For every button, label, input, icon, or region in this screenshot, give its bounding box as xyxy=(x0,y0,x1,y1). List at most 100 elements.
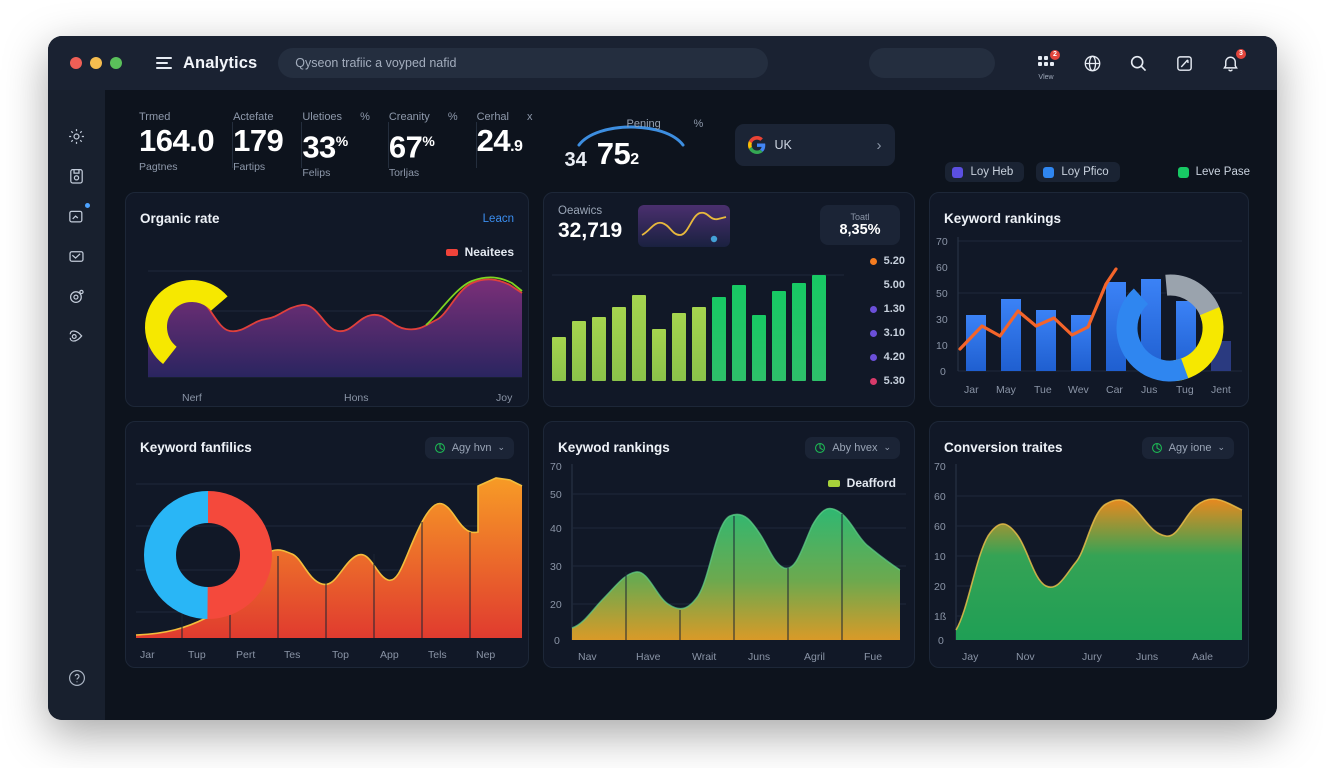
y-axis-tick: 10 xyxy=(936,340,948,352)
bar xyxy=(732,285,746,381)
globe-icon[interactable] xyxy=(1069,43,1115,83)
omnibox-value: Qyseon trafiic a voyped nafid xyxy=(295,56,457,70)
bar xyxy=(772,291,786,381)
bar xyxy=(792,283,806,381)
sparkline-chart xyxy=(638,205,731,247)
conversion-traites-chart: 70 60 60 10 20 1ß 0 Jay Nov Jury Juns Aa… xyxy=(934,461,1243,663)
y-axis-tick: 70 xyxy=(550,461,562,473)
notifications-badge: 3 xyxy=(1236,49,1246,59)
minimize-window-button[interactable] xyxy=(90,57,102,69)
kpi-trmed: Trmed 164.0 Pagtnes xyxy=(139,110,232,173)
apps-grid-icon[interactable]: 2 Vlew xyxy=(1023,43,1069,83)
card-organic-rate: Organic rate Leacn Neaitees Nerf Hons Jo… xyxy=(125,192,529,407)
gauge-unit: % xyxy=(693,118,704,130)
kpi-cerhal: Cerhal x 24.9 xyxy=(477,110,551,164)
sidebar-item-insights[interactable] xyxy=(59,196,95,236)
bar xyxy=(812,275,826,381)
organics-label: Oeawics xyxy=(558,205,603,217)
legend-item-leve-pase[interactable]: Leve Pase xyxy=(1177,162,1261,182)
legend-swatch xyxy=(1043,166,1055,178)
kpi-suffix: .9 xyxy=(510,138,523,155)
x-axis-tick: Agril xyxy=(804,651,825,663)
sidebar-item-goals[interactable] xyxy=(59,276,95,316)
kpi-sublabel: Torljas xyxy=(388,167,420,180)
kpi-sublabel: Fartips xyxy=(233,161,266,173)
chevron-right-icon: › xyxy=(876,136,882,154)
x-axis-tick: Jar xyxy=(964,384,979,396)
x-axis-tick: Juns xyxy=(1136,651,1158,663)
organics-bar-chart xyxy=(552,274,844,381)
kpi-sublabel: Felips xyxy=(302,167,331,180)
keyword-fanfilics-chart: Jar Tup Pert Tes Top App Tels Nep xyxy=(135,477,523,661)
range-selector-button[interactable]: Agy ione ⌄ xyxy=(1141,436,1234,459)
bar xyxy=(692,307,706,381)
omnibox[interactable]: Qyseon trafiic a voyped nafid xyxy=(278,48,769,78)
range-selector-button[interactable]: Aby hvex ⌄ xyxy=(805,436,900,459)
keywod-rankings-chart: 70 50 40 30 20 0 Nav Have Wrait Juns Agr… xyxy=(550,461,906,663)
window-controls[interactable] xyxy=(70,57,122,69)
bar xyxy=(592,317,606,381)
toolbar-pill[interactable] xyxy=(869,48,995,78)
gauge-big-suffix: 2 xyxy=(630,151,639,168)
organics-kpi: Oeawics 32,719 xyxy=(558,205,622,243)
chevron-down-icon: ⌄ xyxy=(883,442,891,452)
card-action-link[interactable]: Leacn xyxy=(483,213,514,225)
organics-total-pill[interactable]: Toatl 8,35% xyxy=(820,205,900,245)
apps-badge: 2 xyxy=(1050,50,1060,60)
menu-hamburger-icon[interactable] xyxy=(156,57,172,69)
globe-icon xyxy=(815,442,826,453)
y-axis-tick: 40 xyxy=(550,523,562,535)
legend-item-loy-heb[interactable]: Loy Heb xyxy=(945,162,1025,182)
legend-item-loy-pfico[interactable]: Loy Pfico xyxy=(1036,162,1120,182)
close-window-button[interactable] xyxy=(70,57,82,69)
y-axis-tick: 1ß xyxy=(934,611,946,623)
x-axis-tick: Fue xyxy=(864,651,882,663)
x-axis-label: Joy xyxy=(496,392,513,404)
sidebar-item-tags[interactable] xyxy=(59,316,95,356)
card-header: Keyword fanfilics Agy hvn ⌄ xyxy=(126,422,528,460)
x-axis-tick: Pert xyxy=(236,649,255,661)
y-axis-tick: 50 xyxy=(550,489,562,501)
search-icon[interactable] xyxy=(1115,43,1161,83)
kpi-unit: % xyxy=(360,111,370,123)
edit-square-icon[interactable] xyxy=(1161,43,1207,83)
x-axis-tick: Tes xyxy=(284,649,300,661)
y-axis-tick: 0 xyxy=(938,635,944,647)
sidebar-item-settings[interactable] xyxy=(59,116,95,156)
y-axis-tick: 20 xyxy=(934,581,946,593)
sidebar-item-inbox[interactable] xyxy=(59,236,95,276)
y-axis-tick: 30 xyxy=(936,314,948,326)
kpi-value: 164.0 xyxy=(139,123,215,158)
chevron-down-icon: ⌄ xyxy=(497,442,505,452)
y-axis-tick: 30 xyxy=(550,561,562,573)
kpi-sublabel: Pagtnes xyxy=(139,161,178,173)
provider-select-button[interactable]: UK › xyxy=(734,124,895,166)
y-axis-tick: 0 xyxy=(554,635,560,647)
range-selector-button[interactable]: Agy hvn ⌄ xyxy=(424,436,514,459)
card-keyword-rankings-top: Keyword rankings 70 60 50 30 10 0 Jar Ma… xyxy=(929,192,1249,407)
x-axis-tick: App xyxy=(380,649,399,661)
kpi-label: Actefate xyxy=(233,111,274,123)
bar xyxy=(752,315,766,381)
kpi-suffix: % xyxy=(422,133,435,149)
card-conversion-traites: Conversion traites Agy ione ⌄ 70 60 60 1… xyxy=(929,421,1249,668)
y-axis-tick: 70 xyxy=(936,236,948,248)
bar xyxy=(572,321,586,381)
card-organics: Oeawics 32,719 Toatl 8,35% 5.20 5.00 1.3… xyxy=(543,192,915,407)
x-axis-tick: Jus xyxy=(1141,384,1157,396)
notifications-bell-icon[interactable]: 3 xyxy=(1207,43,1253,83)
bar xyxy=(652,329,666,381)
bar xyxy=(632,295,646,381)
card-title: Keyword fanfilics xyxy=(140,440,252,455)
keyword-rankings-chart: 70 60 50 30 10 0 Jar May Tue Wev Car Jus… xyxy=(936,236,1242,396)
kpi-suffix: % xyxy=(335,133,348,149)
sidebar-item-help[interactable] xyxy=(59,658,95,698)
x-axis-tick: Jar xyxy=(140,649,155,661)
kpi-label: Trmed xyxy=(139,111,171,123)
selector-label: Agy hvn xyxy=(451,441,492,454)
x-axis-tick: Wrait xyxy=(692,651,716,663)
x-axis-tick: Aale xyxy=(1192,651,1213,663)
sidebar-item-reports[interactable] xyxy=(59,156,95,196)
zoom-window-button[interactable] xyxy=(110,57,122,69)
x-axis-tick: Nav xyxy=(578,651,597,663)
